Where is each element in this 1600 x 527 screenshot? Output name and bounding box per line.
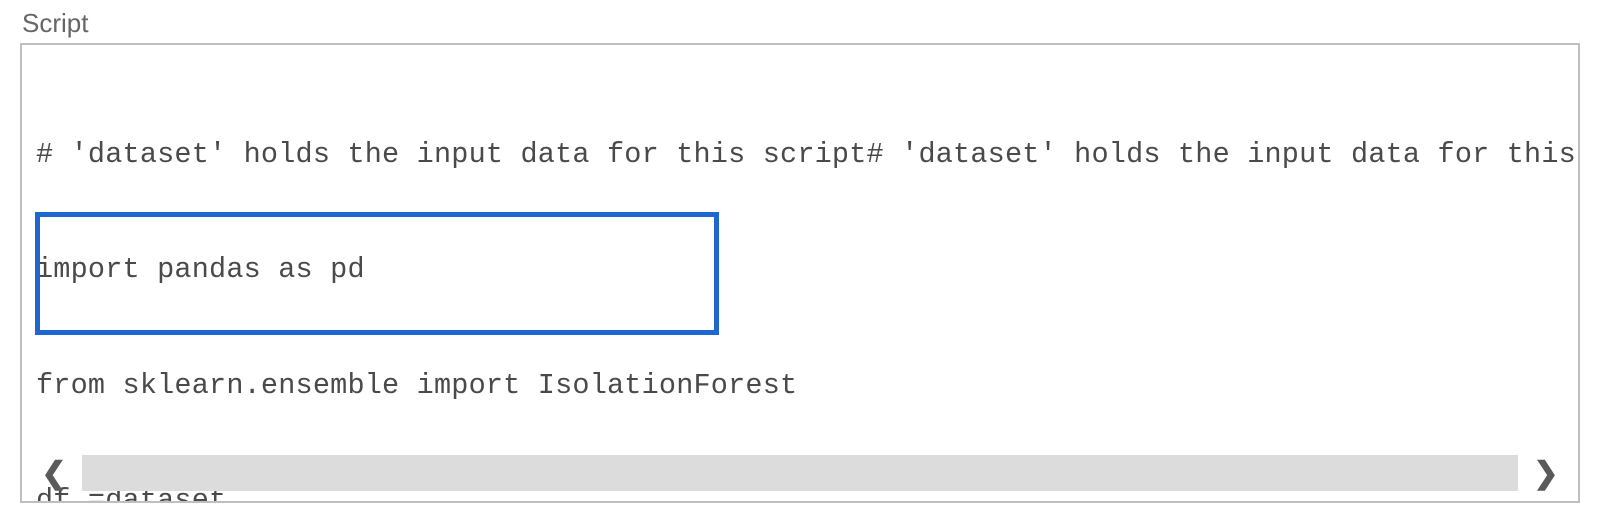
code-line: import pandas as pd: [36, 251, 1578, 289]
script-editor[interactable]: # 'dataset' holds the input data for thi…: [20, 43, 1580, 503]
scroll-left-button[interactable]: ❮: [32, 451, 76, 495]
scroll-track[interactable]: [82, 455, 1518, 491]
code-content[interactable]: # 'dataset' holds the input data for thi…: [36, 59, 1578, 503]
horizontal-scrollbar[interactable]: ❮ ❯: [32, 451, 1568, 495]
chevron-left-icon: ❮: [41, 456, 66, 491]
code-line: from sklearn.ensemble import IsolationFo…: [36, 367, 1578, 405]
code-line: # 'dataset' holds the input data for thi…: [36, 136, 1578, 174]
chevron-right-icon: ❯: [1533, 456, 1558, 491]
scroll-right-button[interactable]: ❯: [1524, 451, 1568, 495]
script-label: Script: [22, 8, 1580, 39]
